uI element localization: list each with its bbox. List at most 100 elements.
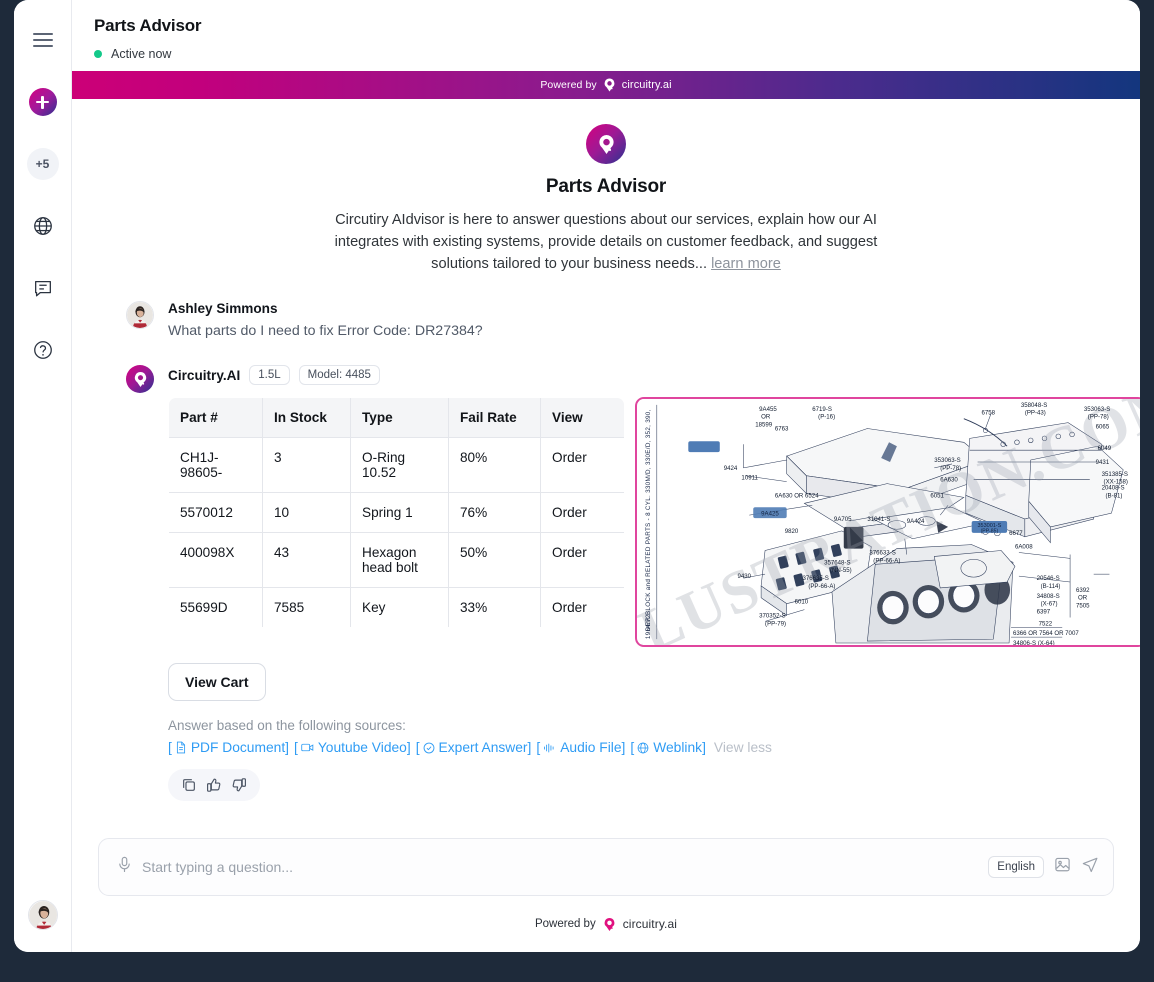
sidebar-item-help[interactable] (23, 330, 63, 370)
bracket-open: [ (294, 740, 298, 755)
circuitry-logo-icon (603, 917, 616, 932)
svg-text:6392: 6392 (1076, 587, 1090, 594)
source-label: PDF Document (190, 740, 286, 755)
order-link[interactable]: Order (540, 532, 624, 588)
source-pdf-document[interactable]: [ PDF Document ] (168, 740, 289, 755)
source-label: Weblink (653, 740, 703, 755)
order-link[interactable]: Order (541, 588, 625, 628)
message-composer[interactable]: Start typing a question... English (98, 838, 1114, 896)
thumbs-up-icon[interactable] (206, 777, 222, 793)
parts-table: Part # In Stock Type Fail Rate View CH1J… (168, 397, 625, 628)
table-row: CH1J-98605- 3 O-Ring 10.52 80% Order (169, 437, 624, 493)
cell-fail-rate: 80% (448, 437, 541, 493)
svg-text:6397: 6397 (1037, 609, 1051, 616)
footer-brand: circuitry.ai (622, 917, 678, 931)
footer: Powered by circuitry.ai (72, 896, 1140, 952)
language-selector[interactable]: English (988, 856, 1044, 878)
bracket-open: [ (415, 740, 420, 755)
svg-text:6065: 6065 (1096, 424, 1110, 431)
copy-icon[interactable] (181, 777, 197, 793)
assistant-avatar-icon (134, 371, 146, 387)
parts-diagram[interactable]: ILLUSTRATION.COM DER BLOCK and RELATED P… (635, 397, 1140, 647)
cell-type: Hexagon head bolt (350, 532, 449, 588)
sidebar-item-conversations[interactable] (23, 268, 63, 308)
assistant-avatar (126, 365, 154, 393)
svg-text:351385-S: 351385-S (1102, 471, 1128, 478)
search-input[interactable]: Start typing a question... (142, 859, 978, 875)
cell-stock: 7585 (262, 587, 351, 627)
cell-part: CH1J-98605- (169, 437, 263, 493)
source-expert-answer[interactable]: [ Expert Answer ] (416, 740, 532, 755)
svg-text:358048-S: 358048-S (1021, 402, 1047, 409)
conversation-scroll-area[interactable]: Parts Advisor Circutiry AIdvisor is here… (72, 99, 1140, 838)
source-weblink[interactable]: [ Weblink ] (630, 740, 706, 755)
svg-text:34808-S: 34808-S (1037, 593, 1060, 600)
send-icon[interactable] (1081, 856, 1099, 879)
source-audio-file[interactable]: [ Audio File ] (536, 740, 625, 755)
cell-part: 400098X (169, 532, 263, 588)
order-link[interactable]: Order (540, 492, 624, 533)
svg-text:(PP-79): (PP-79) (765, 620, 786, 627)
svg-text:6010: 6010 (795, 599, 809, 606)
sidebar-item-more-count[interactable]: +5 (23, 144, 63, 184)
sidebar-item-menu[interactable] (23, 20, 63, 60)
bracket-open: [ (168, 740, 172, 755)
svg-text:(PP-66-A): (PP-66-A) (808, 583, 835, 590)
intro-description-text: Circutiry AIdvisor is here to answer que… (334, 212, 878, 272)
order-link[interactable]: Order (540, 437, 624, 493)
svg-text:(B-114): (B-114) (1041, 583, 1061, 590)
assistant-intro: Parts Advisor Circutiry AIdvisor is here… (72, 99, 1140, 275)
learn-more-link[interactable]: learn more (711, 256, 781, 272)
source-label: Youtube Video (317, 740, 407, 755)
assistant-message-body: Circuitry.AI 1.5L Model: 4485 Part # In … (168, 365, 1140, 801)
svg-text:(B-81): (B-81) (1106, 492, 1123, 499)
left-sidebar: +5 (14, 0, 72, 952)
sidebar-item-new-chat[interactable] (23, 82, 63, 122)
desktop-background: +5 Parts Advisor Active now Powered by c… (0, 0, 1154, 982)
table-row: 5570012 10 Spring 1 76% Order (169, 492, 624, 533)
badge-model: Model: 4485 (298, 365, 380, 385)
powered-by-brand: circuitry.ai (621, 79, 672, 91)
microphone-icon[interactable] (117, 856, 132, 878)
avatar-image (28, 901, 57, 929)
svg-text:(PP-78): (PP-78) (940, 465, 961, 472)
cell-stock: 3 (262, 437, 351, 493)
feedback-toolbar (168, 769, 260, 801)
column-header-part: Part # (169, 398, 263, 438)
svg-text:1964/72: 1964/72 (645, 614, 652, 639)
source-youtube-video[interactable]: [ Youtube Video ] (294, 740, 411, 755)
badge-engine-size: 1.5L (249, 365, 290, 385)
intro-title: Parts Advisor (545, 176, 667, 197)
view-cart-button[interactable]: View Cart (168, 663, 266, 701)
parts-diagram-image: ILLUSTRATION.COM DER BLOCK and RELATED P… (637, 399, 1140, 645)
sidebar-item-language[interactable] (23, 206, 63, 246)
cell-type: Spring 1 (350, 492, 449, 533)
hamburger-icon (32, 33, 53, 47)
source-label: Expert Answer (438, 740, 528, 755)
svg-text:9A705: 9A705 (834, 516, 852, 523)
svg-text:6051: 6051 (930, 492, 944, 499)
svg-text:6763: 6763 (775, 425, 789, 432)
thumbs-down-icon[interactable] (231, 777, 247, 793)
bracket-close: ] (285, 740, 289, 755)
assistant-name: Circuitry.AI (168, 367, 241, 383)
svg-text:353063-S: 353063-S (1084, 406, 1110, 413)
avatar[interactable] (27, 900, 58, 930)
status-badge: Active now (94, 47, 1140, 61)
cell-stock: 10 (262, 492, 351, 533)
help-circle-icon (32, 339, 54, 361)
svg-text:7522: 7522 (1039, 620, 1053, 627)
image-icon[interactable] (1054, 856, 1071, 878)
bracket-close: ] (621, 740, 626, 755)
svg-text:(P-16): (P-16) (818, 414, 835, 421)
audio-wave-icon (543, 742, 556, 754)
composer-wrapper: Start typing a question... English (72, 838, 1140, 896)
svg-text:357648-S: 357648-S (824, 559, 850, 566)
table-row: 400098X 43 Hexagon head bolt 50% Order (169, 532, 624, 588)
sources-label: Answer based on the following sources: (168, 718, 406, 733)
svg-text:370352-S: 370352-S (759, 612, 785, 619)
circuitry-logo-icon (603, 78, 616, 92)
powered-by-label: Powered by (540, 79, 597, 91)
svg-text:6366 OR 7564 OR 7007: 6366 OR 7564 OR 7007 (1013, 630, 1079, 637)
view-less-link[interactable]: View less (714, 740, 772, 755)
